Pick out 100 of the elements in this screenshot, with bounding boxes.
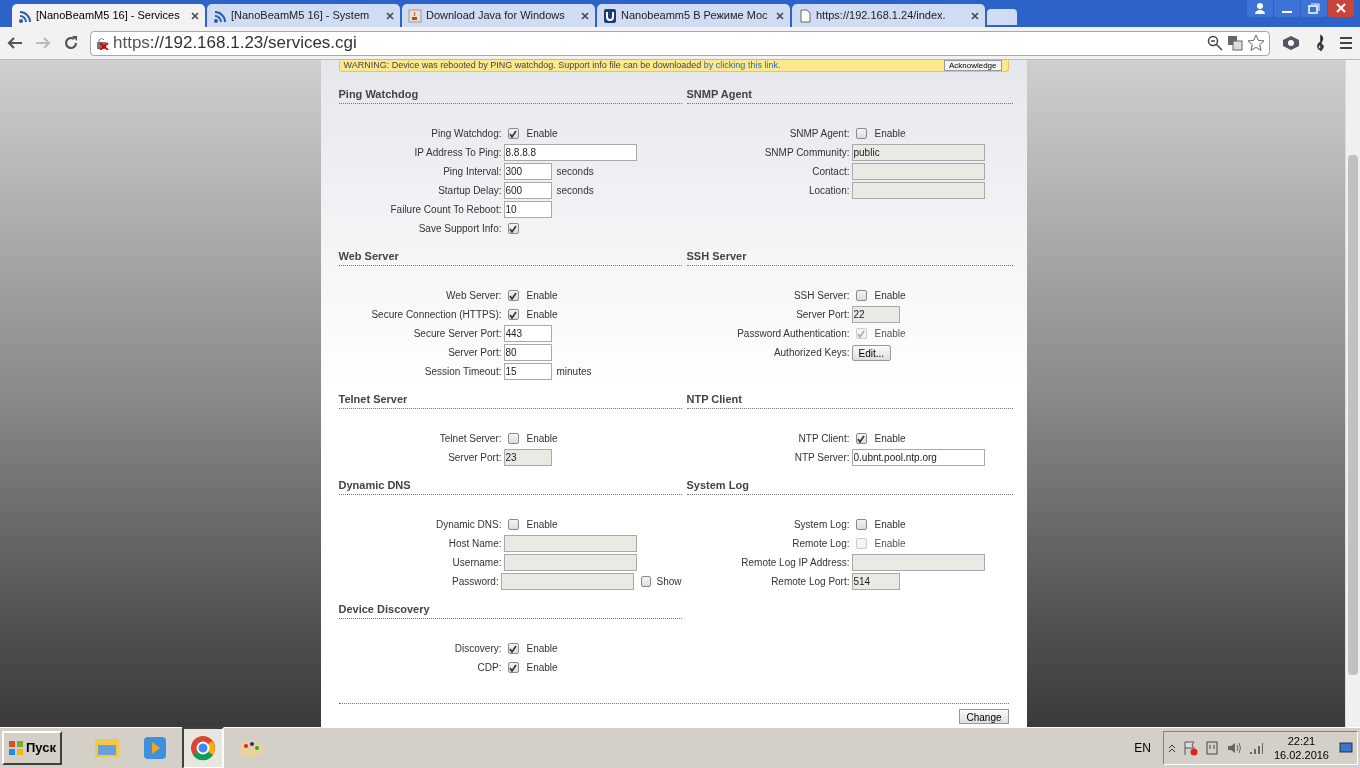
checkbox[interactable] <box>507 290 519 301</box>
restore-icon[interactable] <box>1301 0 1327 17</box>
checkbox-label: Enable <box>874 432 906 446</box>
chrome-icon[interactable] <box>182 727 224 768</box>
checkbox-label: Enable <box>874 518 906 532</box>
field-label: Dynamic DNS: <box>434 518 502 532</box>
flag-icon[interactable] <box>1181 740 1198 756</box>
acknowledge-button[interactable]: Acknowledge <box>943 60 1002 71</box>
edit-button[interactable]: Edit... <box>851 344 892 361</box>
input-field[interactable]: 8.8.8.8 <box>503 144 637 161</box>
close-icon[interactable] <box>581 11 589 20</box>
field-label: Authorized Keys: <box>772 346 850 360</box>
menu-icon[interactable] <box>1338 35 1354 51</box>
field-label: Contact: <box>811 165 850 179</box>
windows-logo-icon <box>8 740 24 756</box>
field-label: Remote Log Port: <box>770 575 850 589</box>
checkbox[interactable] <box>507 309 519 320</box>
field-label: NTP Client: <box>797 432 850 446</box>
checkbox-label: Enable <box>526 127 558 141</box>
download-link[interactable]: by clicking this link <box>703 60 778 70</box>
zoom-icon[interactable] <box>1207 35 1223 51</box>
close-icon[interactable] <box>971 11 979 20</box>
section-title: Web Server <box>338 251 399 264</box>
checkbox-label: Enable <box>526 308 558 322</box>
field-label: Ping Watchdog: <box>430 127 502 141</box>
checkbox[interactable] <box>507 128 519 139</box>
checkbox-label: Enable <box>526 289 558 303</box>
back-icon[interactable] <box>6 35 24 51</box>
checkbox[interactable] <box>507 519 519 530</box>
warning-text: WARNING: Device was rebooted by PING watchdog. Support info file can be downloaded by clicking this link. <box>343 61 781 70</box>
field-label: Web Server: <box>445 289 502 303</box>
field-label: System Log: <box>792 518 850 532</box>
start-button[interactable]: Пуск <box>2 731 62 765</box>
browser-tab[interactable]: Nanobeamm5 В Режиме Мос <box>597 4 790 27</box>
checkbox-label: Enable <box>526 661 558 675</box>
input-field[interactable]: 80 <box>503 344 552 361</box>
checkbox-label: Enable <box>874 289 906 303</box>
input-field[interactable]: 10 <box>503 201 552 218</box>
input-field[interactable]: 443 <box>503 325 552 342</box>
checkbox[interactable] <box>855 433 867 444</box>
checkbox-label: Show <box>656 575 682 589</box>
browser-tab[interactable]: Download Java for Windows <box>402 4 595 27</box>
close-icon[interactable] <box>386 11 394 20</box>
clock-date[interactable]: 16.02.2016 <box>1273 748 1329 762</box>
section-title: Dynamic DNS <box>338 480 411 493</box>
user-icon[interactable] <box>1247 0 1273 17</box>
minimize-icon[interactable] <box>1274 0 1300 17</box>
star-icon[interactable] <box>1247 34 1265 52</box>
checkbox[interactable] <box>507 643 519 654</box>
section-title: SNMP Agent <box>686 89 752 102</box>
input-field[interactable]: 0.ubnt.pool.ntp.org <box>851 449 985 466</box>
change-button[interactable]: Change <box>959 709 1009 724</box>
close-icon[interactable] <box>191 11 199 20</box>
tab-title: Nanobeamm5 В Режиме Мос <box>621 8 769 24</box>
unit-label: seconds <box>556 184 594 198</box>
field-label: Startup Delay: <box>437 184 502 198</box>
field-label: Discovery: <box>453 642 502 656</box>
checkbox[interactable] <box>507 662 519 673</box>
browser-tab[interactable]: [NanoBeamM5 16] - System <box>207 4 400 27</box>
field-label: Save Support Info: <box>417 222 502 236</box>
browser-tab[interactable]: [NanoBeamM5 16] - Services <box>12 4 205 27</box>
checkbox[interactable] <box>507 223 519 234</box>
volume-icon[interactable] <box>1225 740 1242 756</box>
field-label: Location: <box>807 184 850 198</box>
input-field[interactable]: 600 <box>503 182 552 199</box>
close-icon[interactable] <box>1328 0 1354 17</box>
reload-icon[interactable] <box>62 34 80 52</box>
section-title: Ping Watchdog <box>338 89 419 102</box>
url-text: https://192.168.1.23/services.cgi <box>113 32 357 55</box>
signal-icon[interactable] <box>1247 740 1264 756</box>
tab-title: Download Java for Windows <box>426 8 566 24</box>
field-label: Server Port: <box>447 346 502 360</box>
browser-tab[interactable]: https://192.168.1.24/index. <box>792 4 985 27</box>
checkbox[interactable] <box>855 128 867 139</box>
tab-title: [NanoBeamM5 16] - Services <box>36 8 181 24</box>
field-label: IP Address To Ping: <box>413 146 502 160</box>
checkbox[interactable] <box>855 519 867 530</box>
checkbox[interactable] <box>507 433 519 444</box>
scrollbar-thumb[interactable] <box>1348 155 1358 675</box>
section-title: SSH Server <box>686 251 747 264</box>
input-field[interactable]: 15 <box>503 363 552 380</box>
field-label: Host Name: <box>447 537 502 551</box>
clock-time[interactable]: 22:21 <box>1287 734 1316 748</box>
language-indicator[interactable]: EN <box>1134 739 1151 757</box>
field-label: Telnet Server: <box>438 432 502 446</box>
section-title: Device Discovery <box>338 604 430 617</box>
checkbox[interactable] <box>855 290 867 301</box>
checkbox-label: Enable <box>526 518 558 532</box>
input-field[interactable]: 300 <box>503 163 552 180</box>
checkbox-label: Enable <box>526 432 558 446</box>
address-bar[interactable]: https://192.168.1.23/services.cgi <box>90 30 1270 56</box>
field-label: CDP: <box>476 661 502 675</box>
shield-icon <box>603 8 617 23</box>
show-desktop-icon[interactable] <box>1339 741 1353 755</box>
close-icon[interactable] <box>776 11 784 20</box>
field-label: Secure Connection (HTTPS): <box>370 308 502 322</box>
chevron-up-icon[interactable] <box>1167 743 1176 753</box>
translate-icon[interactable] <box>1227 35 1243 51</box>
unit-label: seconds <box>556 165 594 179</box>
field-label: SSH Server: <box>792 289 850 303</box>
